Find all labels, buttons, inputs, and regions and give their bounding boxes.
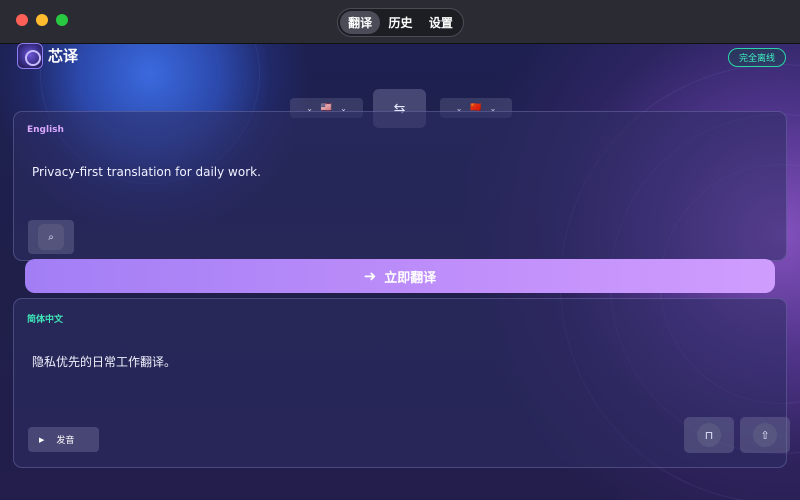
share-button[interactable]: ⇧ xyxy=(740,417,790,453)
voice-input-button[interactable]: ⌕ xyxy=(28,220,74,254)
app-logo-icon xyxy=(17,43,43,69)
source-panel: English Privacy-first translation for da… xyxy=(13,111,787,261)
offline-status-badge: 完全离线 xyxy=(728,48,786,67)
main-tab-switcher: 翻译 历史 设置 xyxy=(337,8,464,37)
copy-icon: ⊓ xyxy=(697,423,721,447)
tab-translate[interactable]: 翻译 xyxy=(340,11,381,34)
result-panel: 简体中文 隐私优先的日常工作翻译。 ▶ 发音 ⊓ ⇧ xyxy=(13,298,790,468)
tab-settings[interactable]: 设置 xyxy=(421,11,461,34)
minimize-window-button[interactable] xyxy=(36,14,48,26)
translated-text: 隐私优先的日常工作翻译。 xyxy=(32,355,177,369)
tab-history[interactable]: 历史 xyxy=(380,11,420,34)
source-text-input[interactable]: Privacy-first translation for daily work… xyxy=(32,165,261,179)
speak-button[interactable]: ▶ 发音 xyxy=(28,427,99,452)
close-window-button[interactable] xyxy=(16,14,28,26)
app-title: 芯译 xyxy=(48,47,79,65)
source-language-label: English xyxy=(27,125,64,135)
zoom-window-button[interactable] xyxy=(56,14,68,26)
arrow-right-icon: ➜ xyxy=(363,267,377,285)
copy-button[interactable]: ⊓ xyxy=(684,417,734,453)
translate-now-button[interactable]: ➜ 立即翻译 xyxy=(25,259,775,293)
window-titlebar: 翻译 历史 设置 xyxy=(0,0,800,44)
speak-button-label: 发音 xyxy=(56,436,75,446)
translate-button-label: 立即翻译 xyxy=(384,270,437,286)
target-language-label: 简体中文 xyxy=(27,315,64,325)
play-icon: ▶ xyxy=(39,435,45,444)
upload-icon: ⇧ xyxy=(753,423,777,447)
microphone-icon: ⌕ xyxy=(38,224,64,250)
